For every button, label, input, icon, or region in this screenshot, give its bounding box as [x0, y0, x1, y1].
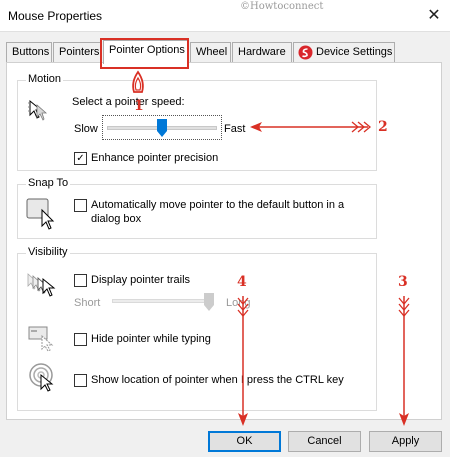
tab-label: Device Settings	[316, 46, 393, 58]
hide-pointer-label: Hide pointer while typing	[91, 333, 211, 345]
pointer-trails-checkbox[interactable]	[74, 274, 87, 287]
pointer-speed-icon	[28, 99, 48, 121]
snap-to-label-line2: dialog box	[91, 213, 142, 225]
cancel-button[interactable]: Cancel	[288, 431, 361, 452]
title-bar: Mouse Properties ©Howtoconnect ✕	[0, 0, 450, 32]
motion-legend: Motion	[26, 73, 64, 85]
short-label: Short	[74, 297, 101, 309]
pointer-trails-icon	[27, 273, 56, 297]
ctrl-location-icon	[29, 363, 54, 392]
snap-to-legend: Snap To	[26, 177, 71, 189]
pointer-speed-prompt: Select a pointer speed:	[72, 96, 185, 108]
tab-label: Wheel	[196, 46, 228, 58]
snap-to-icon	[26, 198, 55, 230]
tab-pointers[interactable]: Pointers	[53, 42, 101, 62]
slider-thumb[interactable]	[204, 293, 214, 311]
visibility-group: Visibility Display pointer trails Short …	[17, 246, 377, 411]
apply-button[interactable]: Apply	[369, 431, 442, 452]
tab-label: Hardware	[238, 46, 286, 58]
annotation-marker-1: 1	[134, 98, 144, 114]
tab-label: Buttons	[12, 46, 50, 58]
ctrl-location-checkbox[interactable]	[74, 374, 87, 387]
enhance-precision-label: Enhance pointer precision	[91, 152, 219, 164]
slow-label: Slow	[74, 123, 98, 135]
annotation-marker-2: 2	[378, 119, 388, 135]
motion-group: Motion Select a pointer speed: Slow Fast…	[17, 73, 377, 171]
trail-length-slider[interactable]	[110, 292, 218, 312]
annotation-marker-4: 4	[237, 274, 247, 290]
long-label: Long	[226, 297, 251, 309]
visibility-legend: Visibility	[26, 246, 70, 258]
snap-to-group: Snap To Automatically move pointer to th…	[17, 177, 377, 239]
synaptics-logo-icon	[298, 45, 313, 60]
tab-hardware[interactable]: Hardware	[232, 42, 292, 62]
tab-label: Pointers	[59, 46, 100, 58]
snap-to-checkbox[interactable]	[74, 199, 87, 212]
tab-highlight-box	[100, 38, 189, 69]
enhance-precision-checkbox[interactable]: ✓	[74, 152, 87, 165]
annotation-marker-3: 3	[398, 274, 408, 290]
window-title: Mouse Properties	[8, 9, 103, 23]
tab-strip: Buttons Pointers Pointer Options Wheel H…	[6, 40, 446, 64]
tab-wheel[interactable]: Wheel	[190, 42, 231, 62]
hide-pointer-icon	[28, 326, 54, 352]
tab-device-settings[interactable]: Device Settings	[293, 42, 395, 62]
pointer-speed-slider[interactable]	[102, 115, 222, 140]
slider-thumb[interactable]	[157, 119, 167, 137]
ok-button[interactable]: OK	[208, 431, 281, 452]
hide-pointer-checkbox[interactable]	[74, 333, 87, 346]
ctrl-location-label: Show location of pointer when I press th…	[91, 374, 344, 386]
watermark-text: ©Howtoconnect	[240, 1, 324, 12]
pointer-trails-label: Display pointer trails	[91, 274, 191, 286]
snap-to-label-line1: Automatically move pointer to the defaul…	[91, 199, 345, 211]
tab-buttons[interactable]: Buttons	[6, 42, 52, 62]
tab-panel: Motion Select a pointer speed: Slow Fast…	[6, 62, 442, 420]
fast-label: Fast	[224, 123, 246, 135]
slider-track	[112, 299, 214, 303]
close-button[interactable]: ✕	[420, 4, 448, 28]
